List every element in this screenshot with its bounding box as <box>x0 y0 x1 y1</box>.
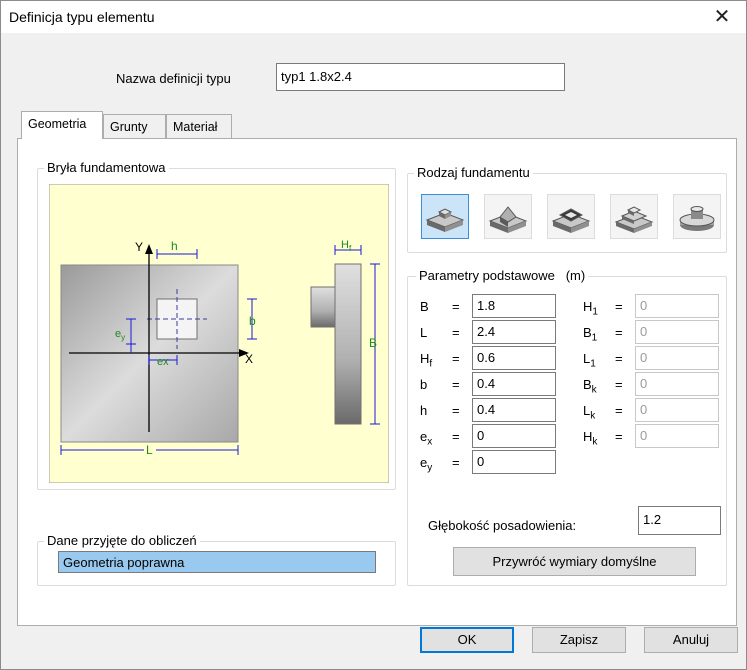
param-input[interactable]: 0 <box>472 424 556 448</box>
params-group-title: Parametry podstawowe (m) <box>416 268 589 283</box>
param-subscript: y <box>427 462 433 474</box>
param-label: ex <box>420 429 432 448</box>
param-label: B1 <box>583 325 597 344</box>
param-equals: = <box>452 403 460 418</box>
param-label: B <box>420 299 429 318</box>
restore-defaults-button[interactable]: Przywróć wymiary domyślne <box>453 547 696 576</box>
ok-button[interactable]: OK <box>420 627 514 653</box>
param-input[interactable]: 0.4 <box>472 398 556 422</box>
tab-material[interactable]: Materiał <box>166 114 232 138</box>
param-symbol: h <box>420 403 428 418</box>
type-button-rectangular[interactable] <box>421 194 469 239</box>
foundation-drawing: Y X h b ey ex L Hf B <box>49 184 389 483</box>
cancel-button[interactable]: Anuluj <box>644 627 738 653</box>
param-symbol: b <box>420 377 428 392</box>
sloped-footing-icon <box>488 206 528 233</box>
param-subscript: f <box>429 358 433 370</box>
param-equals: = <box>452 429 460 444</box>
stepped-footing-icon <box>614 206 654 233</box>
dim-ey-sub: y <box>121 333 125 342</box>
type-name-input[interactable]: typ1 1.8x2.4 <box>276 63 565 91</box>
param-input[interactable]: 0 <box>472 450 556 474</box>
close-icon[interactable]: ✕ <box>702 3 742 31</box>
param-subscript: k <box>591 384 597 396</box>
param-symbol: B <box>583 325 592 340</box>
param-subscript: x <box>427 436 433 448</box>
solid-group-title: Bryła fundamentowa <box>44 160 169 175</box>
dim-L-label: L <box>146 443 153 457</box>
calc-status-field[interactable]: Geometria poprawna <box>58 551 376 573</box>
param-label: L1 <box>583 351 596 370</box>
type-name-label: Nazwa definicji typu <box>116 71 231 86</box>
params-unit: (m) <box>565 268 586 283</box>
param-subscript: 1 <box>591 332 598 344</box>
param-label: ey <box>420 455 432 474</box>
dim-ex-label: ex <box>157 356 169 368</box>
param-equals: = <box>615 325 623 340</box>
param-symbol: B <box>583 377 592 392</box>
param-input[interactable]: 0.4 <box>472 372 556 396</box>
calc-group-title: Dane przyjęte do obliczeń <box>44 533 200 548</box>
param-equals: = <box>615 377 623 392</box>
param-subscript: k <box>592 436 598 448</box>
param-subscript: k <box>590 410 596 422</box>
param-symbol: H <box>583 299 593 314</box>
param-label: Bk <box>583 377 597 396</box>
param-equals: = <box>452 377 460 392</box>
dim-Hf-label: H <box>341 239 349 251</box>
param-equals: = <box>452 325 460 340</box>
tab-grunty[interactable]: Grunty <box>103 114 166 138</box>
param-input[interactable]: 1.8 <box>472 294 556 318</box>
type-button-socket[interactable] <box>547 194 595 239</box>
param-label: Hf <box>420 351 432 370</box>
param-subscript: 1 <box>590 358 596 370</box>
param-equals: = <box>452 299 460 314</box>
param-equals: = <box>615 429 623 444</box>
param-label: L <box>420 325 427 344</box>
type-group-title: Rodzaj fundamentu <box>414 165 533 180</box>
axis-x-label: X <box>245 352 253 366</box>
param-input: 0 <box>635 424 719 448</box>
param-input: 0 <box>635 320 719 344</box>
param-label: Lk <box>583 403 595 422</box>
param-label: h <box>420 403 427 422</box>
title-bar: Definicja typu elementu ✕ <box>1 1 746 33</box>
type-button-stepped[interactable] <box>610 194 658 239</box>
param-input: 0 <box>635 398 719 422</box>
param-equals: = <box>452 351 460 366</box>
save-button[interactable]: Zapisz <box>532 627 626 653</box>
params-title-text: Parametry podstawowe <box>419 268 555 283</box>
type-button-round[interactable] <box>673 194 721 239</box>
param-symbol: H <box>583 429 593 444</box>
param-input: 0 <box>635 294 719 318</box>
tab-geometria[interactable]: Geometria <box>21 111 103 139</box>
param-subscript: 1 <box>592 306 598 318</box>
depth-label: Głębokość posadowienia: <box>428 518 577 533</box>
rectangular-footing-icon <box>425 208 465 232</box>
dim-b-label: b <box>249 314 256 328</box>
param-input: 0 <box>635 372 719 396</box>
param-label: Hk <box>583 429 597 448</box>
window-title: Definicja typu elementu <box>9 9 155 25</box>
param-equals: = <box>615 403 623 418</box>
depth-input[interactable]: 1.2 <box>638 506 721 535</box>
param-equals: = <box>452 455 460 470</box>
param-symbol: H <box>420 351 430 366</box>
param-label: H1 <box>583 299 598 318</box>
param-input[interactable]: 2.4 <box>472 320 556 344</box>
type-button-sloped[interactable] <box>484 194 532 239</box>
dialog-window: Definicja typu elementu ✕ Nazwa definicj… <box>0 0 747 670</box>
param-symbol: L <box>420 325 428 340</box>
param-symbol: B <box>420 299 429 314</box>
param-input: 0 <box>635 346 719 370</box>
param-equals: = <box>615 351 623 366</box>
dim-h-label: h <box>171 239 178 253</box>
axis-y-label: Y <box>135 240 143 254</box>
param-input[interactable]: 0.6 <box>472 346 556 370</box>
socket-footing-icon <box>551 208 591 233</box>
round-footing-icon <box>679 206 715 231</box>
param-equals: = <box>615 299 623 314</box>
dim-B-label: B <box>369 336 377 350</box>
param-label: b <box>420 377 427 396</box>
